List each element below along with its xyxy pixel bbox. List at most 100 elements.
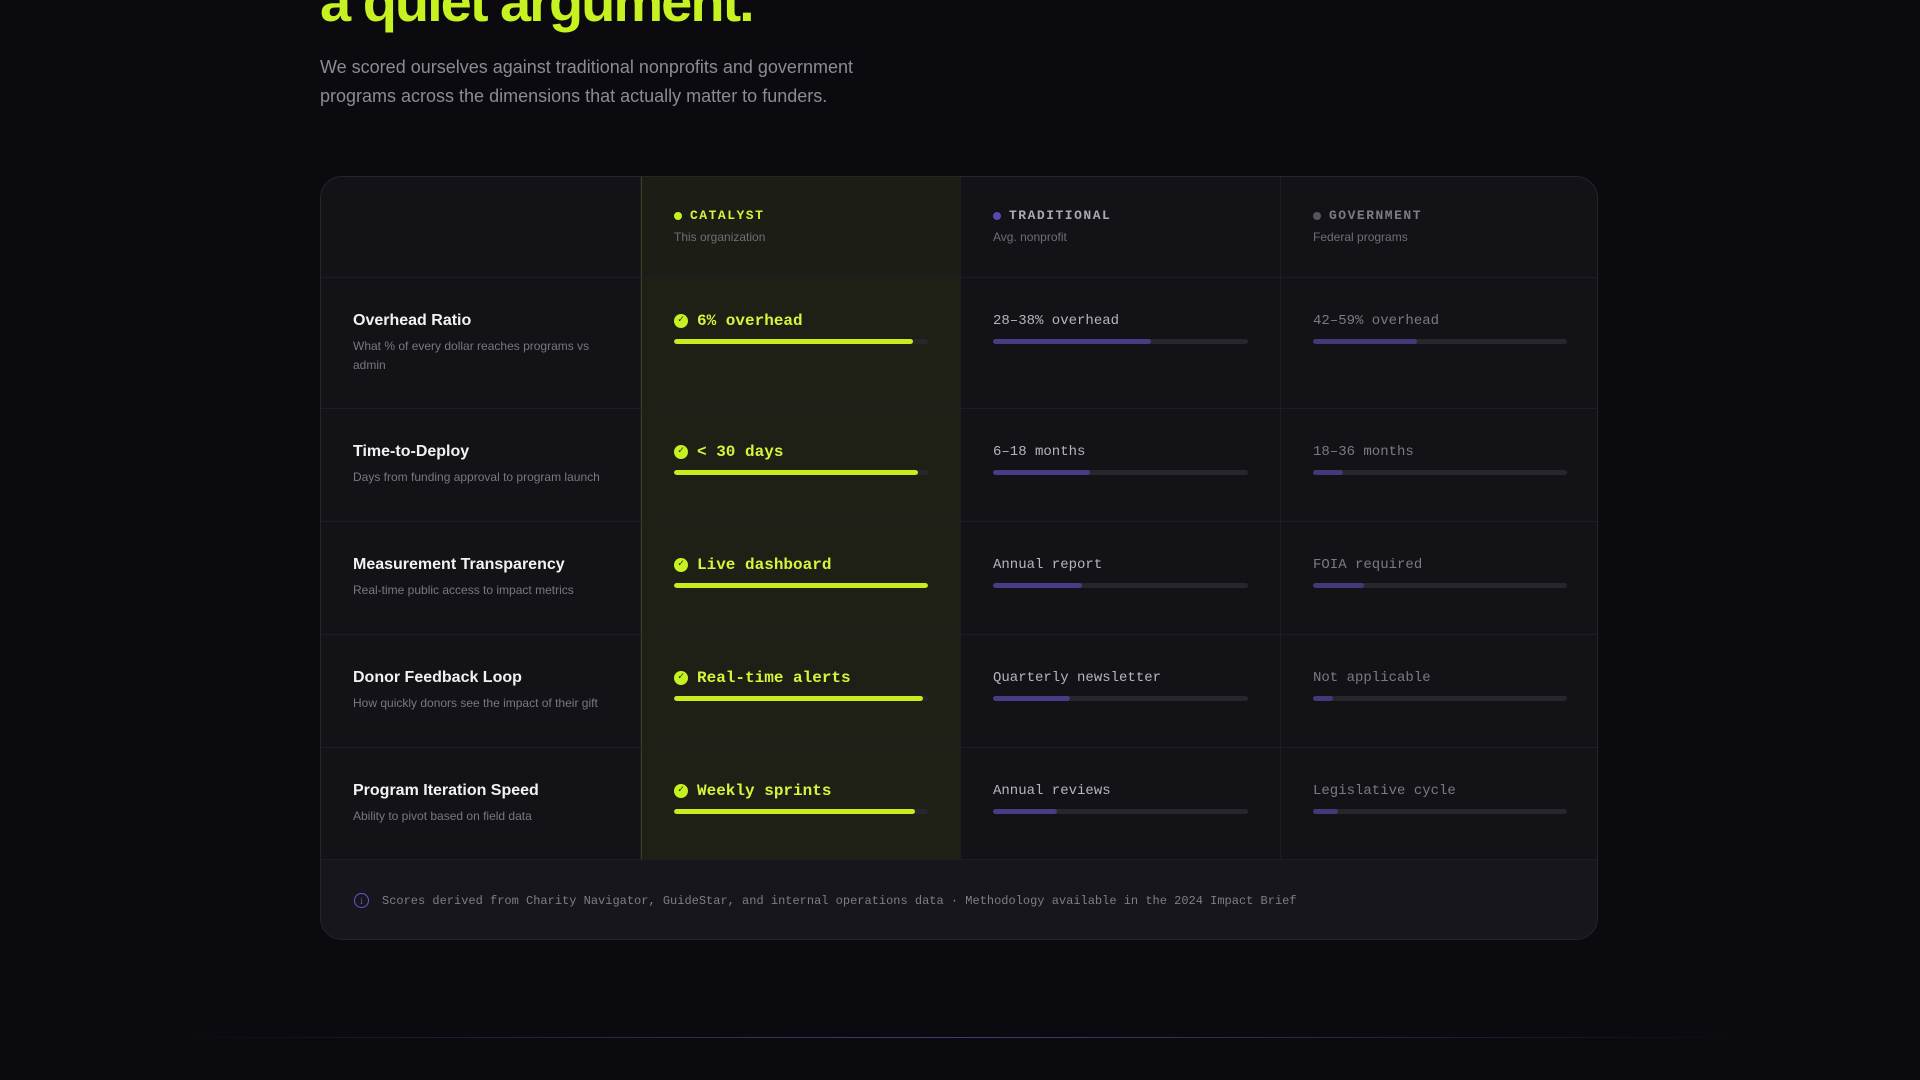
catalyst-value-cell: ✓ 6% overhead xyxy=(641,278,961,409)
government-value: 18–36 months xyxy=(1313,444,1414,460)
catalyst-value-cell: ✓ Live dashboard xyxy=(641,522,961,635)
government-value-cell: Not applicable xyxy=(1281,635,1597,748)
score-bar-track xyxy=(993,470,1248,475)
score-bar-track xyxy=(674,696,928,701)
traditional-value: 28–38% overhead xyxy=(993,313,1120,329)
score-bar-fill xyxy=(1313,339,1418,344)
score-bar-track xyxy=(1313,339,1567,344)
metric-cell: Measurement Transparency Real-time public… xyxy=(321,522,641,635)
traditional-value: Annual reviews xyxy=(993,783,1111,799)
info-icon: i xyxy=(354,893,369,908)
column-header-government: GOVERNMENT Federal programs xyxy=(1281,177,1597,278)
column-label: GOVERNMENT xyxy=(1329,208,1423,223)
score-bar-fill xyxy=(1313,470,1344,475)
score-bar-track xyxy=(1313,696,1567,701)
government-value-cell: 18–36 months xyxy=(1281,409,1597,522)
methodology-note: Scores derived from Charity Navigator, G… xyxy=(382,893,1297,908)
score-bar-fill xyxy=(993,339,1152,344)
traditional-value-cell: Annual report xyxy=(961,522,1281,635)
metric-cell: Program Iteration Speed Ability to pivot … xyxy=(321,748,641,860)
score-bar-fill xyxy=(1313,809,1339,814)
check-icon: ✓ xyxy=(674,671,688,685)
column-label: TRADITIONAL xyxy=(1009,208,1112,223)
catalyst-value-cell: ✓ Real-time alerts xyxy=(641,635,961,748)
score-bar-fill xyxy=(1313,696,1334,701)
score-bar-track xyxy=(674,470,928,475)
traditional-value: Annual report xyxy=(993,557,1103,573)
metric-description: What % of every dollar reaches programs … xyxy=(353,339,590,372)
check-icon: ✓ xyxy=(674,314,688,328)
metric-description: How quickly donors see the impact of the… xyxy=(353,696,598,710)
catalyst-value-cell: ✓ Weekly sprints xyxy=(641,748,961,860)
government-value: 42–59% overhead xyxy=(1313,313,1440,329)
traditional-value-cell: Annual reviews xyxy=(961,748,1281,860)
catalyst-value: Weekly sprints xyxy=(697,782,832,800)
metric-title: Donor Feedback Loop xyxy=(353,669,522,686)
government-value: FOIA required xyxy=(1313,557,1423,573)
metric-description: Ability to pivot based on field data xyxy=(353,809,532,823)
metric-title: Program Iteration Speed xyxy=(353,782,539,799)
check-icon: ✓ xyxy=(674,558,688,572)
metric-description: Real-time public access to impact metric… xyxy=(353,583,574,597)
metric-title: Measurement Transparency xyxy=(353,556,565,573)
column-sub: Federal programs xyxy=(1313,230,1408,244)
score-bar-track xyxy=(674,583,928,588)
comparison-card: CATALYST This organization TRADITIONAL A… xyxy=(320,176,1598,940)
score-bar-track xyxy=(993,339,1248,344)
score-bar-track xyxy=(1313,809,1567,814)
metric-cell: Donor Feedback Loop How quickly donors se… xyxy=(321,635,641,748)
comparison-grid: CATALYST This organization TRADITIONAL A… xyxy=(321,177,1597,860)
score-bar-fill xyxy=(993,696,1070,701)
government-value-cell: FOIA required xyxy=(1281,522,1597,635)
hero-title: a quiet argument. xyxy=(320,0,755,33)
score-bar-fill xyxy=(674,696,923,701)
score-bar-track xyxy=(993,809,1248,814)
column-sub: This organization xyxy=(674,230,766,244)
corner-cell xyxy=(321,177,641,278)
catalyst-value: Live dashboard xyxy=(697,556,832,574)
score-bar-fill xyxy=(1313,583,1364,588)
score-bar-track xyxy=(993,583,1248,588)
hero-subtitle: We scored ourselves against traditional … xyxy=(320,57,853,106)
score-bar-track xyxy=(1313,583,1567,588)
government-dot-icon xyxy=(1313,211,1321,220)
methodology-footer: i Scores derived from Charity Navigator,… xyxy=(321,860,1597,939)
traditional-value: Quarterly newsletter xyxy=(993,670,1162,686)
traditional-value: 6–18 months xyxy=(993,444,1086,460)
government-value-cell: 42–59% overhead xyxy=(1281,278,1597,409)
traditional-dot-icon xyxy=(993,211,1001,220)
check-icon: ✓ xyxy=(674,784,688,798)
score-bar-fill xyxy=(993,809,1057,814)
catalyst-value-cell: ✓ < 30 days xyxy=(641,409,961,522)
score-bar-fill xyxy=(674,470,918,475)
score-bar-track xyxy=(674,809,928,814)
column-header-traditional: TRADITIONAL Avg. nonprofit xyxy=(961,177,1281,278)
metric-title: Time-to-Deploy xyxy=(353,443,470,460)
score-bar-track xyxy=(1313,470,1567,475)
score-bar-fill xyxy=(674,809,916,814)
catalyst-value: < 30 days xyxy=(697,443,784,461)
score-bar-fill xyxy=(674,583,928,588)
column-header-catalyst: CATALYST This organization xyxy=(641,177,961,278)
catalyst-value: Real-time alerts xyxy=(697,669,851,687)
column-sub: Avg. nonprofit xyxy=(993,230,1067,244)
metric-cell: Time-to-Deploy Days from funding approval… xyxy=(321,409,641,522)
government-value: Legislative cycle xyxy=(1313,783,1456,799)
traditional-value-cell: 28–38% overhead xyxy=(961,278,1281,409)
catalyst-dot-icon xyxy=(674,211,682,220)
score-bar-fill xyxy=(993,470,1090,475)
government-value: Not applicable xyxy=(1313,670,1431,686)
score-bar-fill xyxy=(993,583,1083,588)
metric-cell: Overhead Ratio What % of every dollar rea… xyxy=(321,278,641,409)
traditional-value-cell: 6–18 months xyxy=(961,409,1281,522)
metric-title: Overhead Ratio xyxy=(353,312,472,329)
metric-description: Days from funding approval to program la… xyxy=(353,470,600,484)
column-label: CATALYST xyxy=(690,208,765,223)
score-bar-fill xyxy=(674,339,913,344)
catalyst-value: 6% overhead xyxy=(697,312,803,330)
traditional-value-cell: Quarterly newsletter xyxy=(961,635,1281,748)
section-divider xyxy=(180,1037,1740,1038)
score-bar-track xyxy=(993,696,1248,701)
check-icon: ✓ xyxy=(674,445,688,459)
government-value-cell: Legislative cycle xyxy=(1281,748,1597,860)
